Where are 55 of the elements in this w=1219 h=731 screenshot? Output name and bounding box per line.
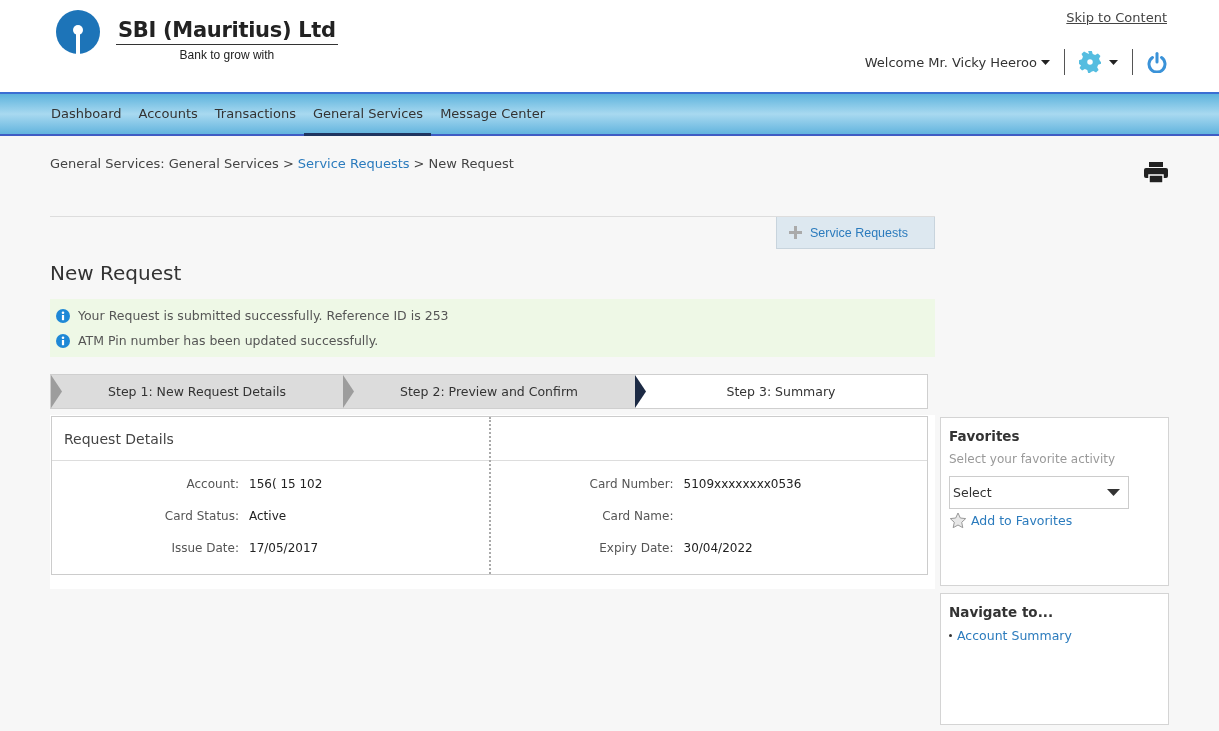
panel-hint: Select your favorite activity bbox=[949, 452, 1117, 466]
alert-message: Your Request is submitted successfully. Reference ID is 253 bbox=[78, 308, 449, 323]
info-icon bbox=[56, 308, 70, 323]
breadcrumb-separator: > bbox=[282, 156, 294, 173]
plus-icon bbox=[789, 226, 802, 239]
bullet-icon bbox=[949, 634, 952, 637]
page-heading: New Request bbox=[50, 261, 183, 287]
step-label: Step 2: Preview and Confirm bbox=[400, 384, 578, 399]
settings-menu[interactable] bbox=[1079, 51, 1118, 73]
panel-title: Request Details bbox=[64, 430, 174, 447]
breadcrumb-text: New Request bbox=[428, 156, 514, 173]
navigate-link[interactable]: Account Summary bbox=[957, 628, 1072, 643]
nav-tab[interactable]: General Services bbox=[303, 94, 432, 136]
logo-icon bbox=[56, 10, 100, 54]
field-label: Card Name: bbox=[601, 509, 675, 523]
print-icon[interactable] bbox=[1144, 162, 1168, 183]
field-value: Active bbox=[249, 509, 287, 523]
breadcrumb-separator: > bbox=[413, 156, 425, 173]
step-label: Step 3: Summary bbox=[726, 384, 836, 399]
add-favorites-link[interactable]: Add to Favorites bbox=[971, 513, 1073, 528]
field-value: 156( 15 102 bbox=[249, 477, 323, 491]
chevron-icon bbox=[51, 375, 62, 408]
alert-message: ATM Pin number has been updated successfully. bbox=[78, 333, 379, 348]
nav-tab[interactable]: Message Center bbox=[431, 94, 553, 136]
field-label: Account: bbox=[185, 477, 240, 491]
activity-select[interactable]: Select bbox=[949, 476, 1129, 509]
panel-title: Navigate to... bbox=[949, 604, 1055, 620]
brand-name: SBI (Mauritius) Ltd bbox=[116, 18, 338, 45]
caret-icon bbox=[1107, 489, 1120, 496]
field-label: Card Status: bbox=[163, 509, 240, 523]
field-value: 5109xxxxxxxx0536 bbox=[683, 477, 802, 491]
chevron-icon bbox=[635, 375, 646, 408]
nav-tab[interactable]: Transactions bbox=[205, 94, 304, 136]
power-icon[interactable] bbox=[1147, 51, 1167, 73]
settings-icon bbox=[1079, 51, 1101, 73]
panel-title: Favorites bbox=[949, 428, 1021, 444]
field-value: 17/05/2017 bbox=[249, 541, 319, 555]
field-label: Expiry Date: bbox=[598, 541, 675, 555]
breadcrumb-text: General Services: General Services bbox=[50, 156, 279, 173]
caret-icon bbox=[1109, 59, 1118, 65]
field-label: Issue Date: bbox=[170, 541, 240, 555]
caret-icon bbox=[1041, 59, 1050, 65]
field-value: 30/04/2022 bbox=[683, 541, 753, 555]
skip-link[interactable]: Skip to Content bbox=[1066, 10, 1167, 25]
field-label: Card Number: bbox=[588, 477, 675, 491]
info-icon bbox=[56, 333, 70, 348]
chevron-icon bbox=[343, 375, 354, 408]
nav-tab[interactable]: Dashboard bbox=[42, 94, 130, 136]
breadcrumb-link[interactable]: Service Requests bbox=[297, 156, 410, 174]
user-menu[interactable]: Welcome Mr. Vicky Heeroo bbox=[864, 54, 1050, 70]
step-label: Step 1: New Request Details bbox=[108, 384, 286, 399]
service-requests-button[interactable]: Service Requests bbox=[776, 217, 935, 249]
brand-tagline: Bank to grow with bbox=[179, 48, 275, 62]
nav-tab[interactable]: Accounts bbox=[129, 94, 206, 136]
star-icon[interactable] bbox=[949, 512, 967, 529]
